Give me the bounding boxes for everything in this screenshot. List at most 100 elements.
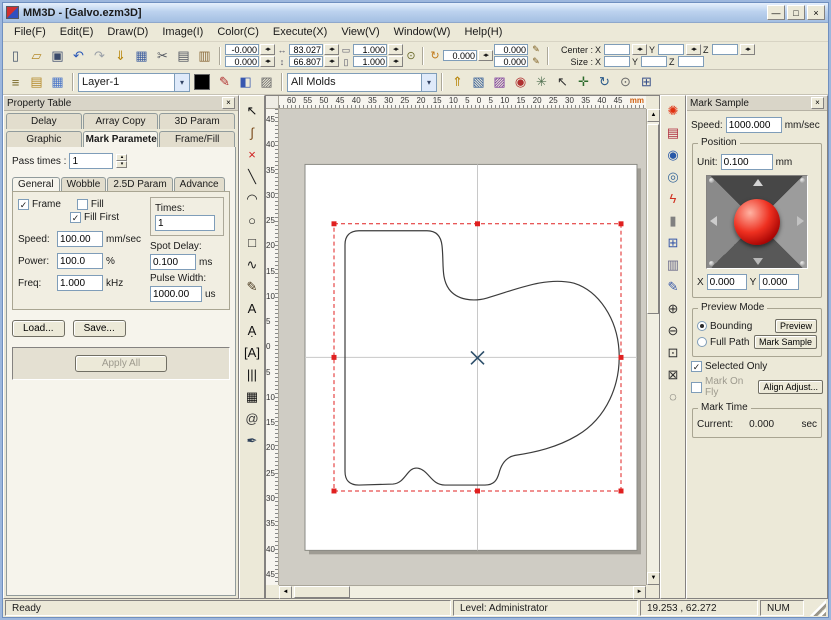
center-y-field[interactable] <box>658 44 684 55</box>
pulse-width-field[interactable] <box>150 286 202 302</box>
curve-tool-icon[interactable]: ∿ <box>241 254 263 275</box>
redo-icon[interactable]: ↷ <box>89 45 110 66</box>
vertical-scroll-track[interactable] <box>647 122 659 572</box>
text-tool-icon[interactable]: A <box>241 298 263 319</box>
angle-field[interactable] <box>443 50 477 61</box>
menu-item[interactable]: Window(W) <box>387 24 458 40</box>
frame-checkbox[interactable]: ✓ <box>18 199 29 210</box>
preview-window-icon[interactable]: ◉ <box>662 144 684 165</box>
matrix-code-tool-icon[interactable]: ▦ <box>241 386 263 407</box>
bounding-radio[interactable] <box>697 321 707 331</box>
jog-pad[interactable] <box>706 175 808 269</box>
subtab-wobble[interactable]: Wobble <box>60 177 107 191</box>
pos-y-field[interactable] <box>225 56 259 67</box>
mark-sample-button[interactable]: Mark Sample <box>753 335 817 349</box>
jog-up-icon[interactable] <box>753 179 763 186</box>
new-icon[interactable]: ▯ <box>5 45 26 66</box>
menu-item[interactable]: Draw(D) <box>100 24 155 40</box>
zoom-in-icon[interactable]: ⊕ <box>662 298 684 319</box>
arc-tool-icon[interactable]: ◠ <box>241 188 263 209</box>
mold-manager-icon[interactable]: ▧ <box>468 72 489 93</box>
size-h-nudge-buttons[interactable]: ◂▸ <box>324 56 339 67</box>
menu-item[interactable]: Help(H) <box>457 24 509 40</box>
offset-x-field[interactable] <box>494 44 528 55</box>
offset-y-field[interactable] <box>494 56 528 67</box>
selection-handle[interactable] <box>618 488 624 494</box>
selection-handle[interactable] <box>331 354 337 360</box>
entity-list-icon[interactable]: ≡ <box>5 72 26 93</box>
hatch-style-icon[interactable]: ▨ <box>256 72 277 93</box>
scale-y-nudge-buttons[interactable]: ◂▸ <box>388 56 403 67</box>
settings-icon[interactable]: ✳ <box>531 72 552 93</box>
spiral-tool-icon[interactable]: @ <box>241 408 263 429</box>
mold-export-icon[interactable]: ⇑ <box>447 72 468 93</box>
mark-preview-icon[interactable]: ◉ <box>510 72 531 93</box>
horizontal-scrollbar[interactable]: ◄ ► <box>279 585 646 599</box>
size-w-field[interactable] <box>289 44 323 55</box>
size-w-nudge-buttons[interactable]: ◂▸ <box>324 44 339 55</box>
chevron-down-icon[interactable]: ▾ <box>174 73 189 91</box>
stylus-tool-icon[interactable]: ✒ <box>241 430 263 451</box>
save-icon[interactable]: ▣ <box>47 45 68 66</box>
menu-item[interactable]: Image(I) <box>155 24 210 40</box>
selection-handle[interactable] <box>331 221 337 227</box>
unit-field[interactable] <box>720 154 773 170</box>
freq-field[interactable] <box>57 275 103 291</box>
zoom-extents-icon[interactable]: ⊠ <box>662 364 684 385</box>
size-h-field[interactable] <box>289 56 323 67</box>
draw-order-icon[interactable]: ✎ <box>662 276 684 297</box>
spin-up-icon[interactable]: ▴ <box>116 154 128 161</box>
horizontal-scroll-thumb[interactable] <box>294 586 350 598</box>
paste-icon[interactable]: ▥ <box>194 45 215 66</box>
edit-offset-x-icon[interactable]: ✎ <box>529 44 543 55</box>
pos-x-nudge-buttons[interactable]: ◂▸ <box>260 44 275 55</box>
drawing-canvas[interactable] <box>279 109 646 585</box>
full-path-radio[interactable] <box>697 337 707 347</box>
ellipse-tool-icon[interactable]: ○ <box>241 210 263 231</box>
align-tools-icon[interactable]: ⊞ <box>636 72 657 93</box>
mark-y-field[interactable] <box>759 274 800 290</box>
subtab-general[interactable]: General <box>12 177 60 191</box>
size-z-field[interactable] <box>678 56 704 67</box>
lock-proportion-icon[interactable]: ⊙ <box>404 49 418 62</box>
selection-handle[interactable] <box>618 221 624 227</box>
red-light-icon[interactable]: ✺ <box>662 100 684 121</box>
scale-x-field[interactable] <box>353 44 387 55</box>
node-edit-tool-icon[interactable]: ∫ <box>241 122 263 143</box>
jog-right-icon[interactable] <box>797 216 804 226</box>
import-entity-icon[interactable]: ⇓ <box>110 45 131 66</box>
select-tool-icon[interactable]: ↖ <box>241 100 263 121</box>
fill-first-checkbox[interactable]: ✓ <box>70 212 81 223</box>
pen-tool-icon[interactable]: ✎ <box>241 276 263 297</box>
layer-properties-icon[interactable]: ▦ <box>47 72 68 93</box>
line-tool-icon[interactable]: ╲ <box>241 166 263 187</box>
horizontal-scroll-track[interactable] <box>292 586 633 598</box>
tab-array-copy[interactable]: Array Copy <box>82 113 159 129</box>
times-field[interactable] <box>155 215 215 231</box>
jog-left-icon[interactable] <box>710 216 717 226</box>
tab-3d-param[interactable]: 3D Param <box>159 113 236 129</box>
close-icon[interactable]: × <box>222 97 235 109</box>
new-layer-icon[interactable]: ▤ <box>26 72 47 93</box>
zoom-window-icon[interactable]: ⊡ <box>662 342 684 363</box>
minimize-button[interactable]: — <box>767 5 785 20</box>
delete-tool-icon[interactable]: × <box>241 144 263 165</box>
pos-x-field[interactable] <box>225 44 259 55</box>
align-adjust-button[interactable]: Align Adjust... <box>758 380 823 394</box>
pos-y-nudge-buttons[interactable]: ◂▸ <box>260 56 275 67</box>
selection-handle[interactable] <box>475 221 480 227</box>
selection-handle[interactable] <box>618 354 624 360</box>
selection-handle[interactable] <box>475 488 480 494</box>
scale-x-nudge-buttons[interactable]: ◂▸ <box>388 44 403 55</box>
restore-button[interactable]: □ <box>787 5 805 20</box>
angle-nudge-buttons[interactable]: ◂▸ <box>478 50 493 61</box>
speed-field[interactable] <box>57 231 103 247</box>
lock-icon[interactable]: ⊙ <box>615 72 636 93</box>
grid-icon[interactable]: ⊞ <box>662 232 684 253</box>
view-eye-icon[interactable]: ◎ <box>662 166 684 187</box>
mark-x-field[interactable] <box>706 274 747 290</box>
preview-button[interactable]: Preview <box>774 319 817 333</box>
load-button[interactable]: Load... <box>12 320 65 337</box>
mark-speed-field[interactable] <box>725 117 782 133</box>
tab-graphic[interactable]: Graphic <box>6 131 82 147</box>
